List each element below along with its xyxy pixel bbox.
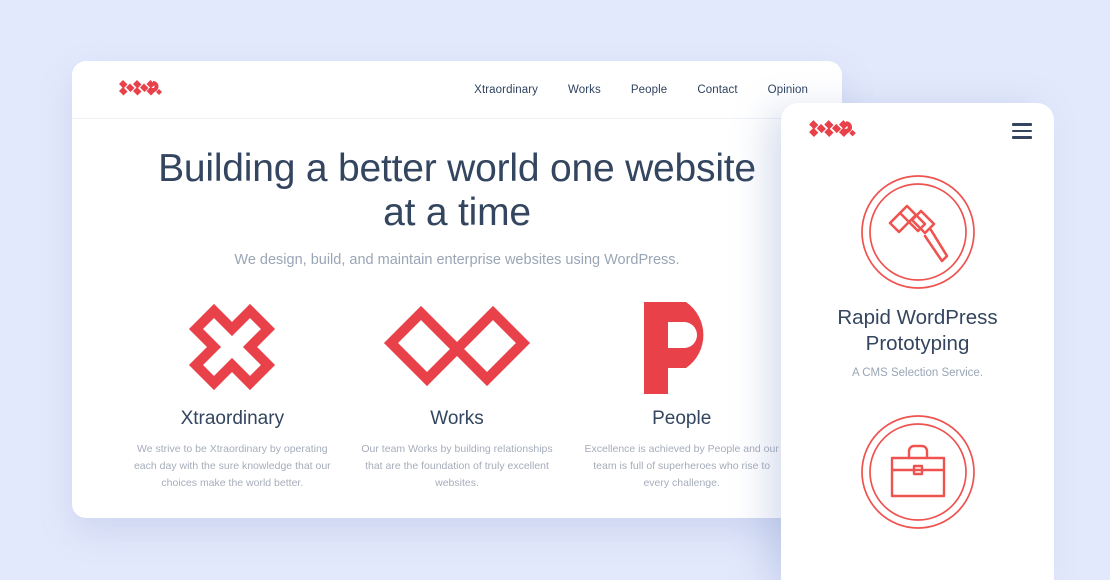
nav-item-xtraordinary[interactable]: Xtraordinary bbox=[474, 84, 538, 96]
xwp-logo-icon bbox=[119, 79, 162, 95]
mallet-circle-icon bbox=[807, 173, 1028, 291]
nav-item-contact[interactable]: Contact bbox=[697, 84, 737, 96]
hamburger-bar bbox=[1012, 123, 1032, 126]
hero-subtitle: We design, build, and maintain enterpris… bbox=[234, 252, 680, 269]
desktop-nav: Xtraordinary Works People Contact Opinio… bbox=[474, 84, 808, 96]
mobile-preview-card: Rapid WordPress Prototyping A CMS Select… bbox=[781, 103, 1054, 580]
feature-title: Xtraordinary bbox=[180, 408, 285, 430]
feature-item-people: People Excellence is achieved by People … bbox=[569, 294, 794, 492]
desktop-header: Xtraordinary Works People Contact Opinio… bbox=[72, 61, 842, 119]
x-mark-icon bbox=[132, 294, 333, 402]
hamburger-bar bbox=[1012, 136, 1032, 139]
desktop-logo[interactable] bbox=[118, 79, 164, 101]
desktop-preview-card: Xtraordinary Works People Contact Opinio… bbox=[72, 61, 842, 518]
feature-list: Xtraordinary We strive to be Xtraordinar… bbox=[112, 294, 802, 492]
feature-description: Excellence is achieved by People and our… bbox=[584, 443, 779, 490]
mobile-block-prototyping: Rapid WordPress Prototyping A CMS Select… bbox=[807, 173, 1028, 379]
feature-description: Our team Works by building relationships… bbox=[361, 443, 553, 490]
briefcase-circle-icon bbox=[807, 413, 1028, 531]
hamburger-menu-icon[interactable] bbox=[1012, 123, 1032, 139]
feature-description: We strive to be Xtraordinary by operatin… bbox=[133, 443, 331, 490]
feature-item-xtraordinary: Xtraordinary We strive to be Xtraordinar… bbox=[120, 294, 345, 492]
p-letter-icon bbox=[581, 294, 782, 402]
mobile-block-title: Rapid WordPress Prototyping bbox=[837, 306, 998, 356]
page-title: Building a better world one website at a… bbox=[158, 147, 756, 235]
nav-item-works[interactable]: Works bbox=[568, 84, 601, 96]
mobile-logo[interactable] bbox=[808, 119, 858, 143]
xwp-logo-icon bbox=[809, 120, 856, 137]
nav-item-opinion[interactable]: Opinion bbox=[768, 84, 808, 96]
feature-item-works: Works Our team Works by building relatio… bbox=[345, 294, 570, 492]
desktop-body: Building a better world one website at a… bbox=[72, 119, 842, 492]
mobile-header bbox=[781, 103, 1054, 159]
feature-title: People bbox=[652, 408, 712, 430]
mobile-block-services bbox=[807, 413, 1028, 531]
feature-title: Works bbox=[430, 408, 484, 430]
w-letter-icon bbox=[357, 294, 558, 402]
nav-item-people[interactable]: People bbox=[631, 84, 667, 96]
mobile-body: Rapid WordPress Prototyping A CMS Select… bbox=[781, 159, 1054, 531]
hamburger-bar bbox=[1012, 129, 1032, 133]
mobile-block-subtitle: A CMS Selection Service. bbox=[851, 367, 984, 380]
